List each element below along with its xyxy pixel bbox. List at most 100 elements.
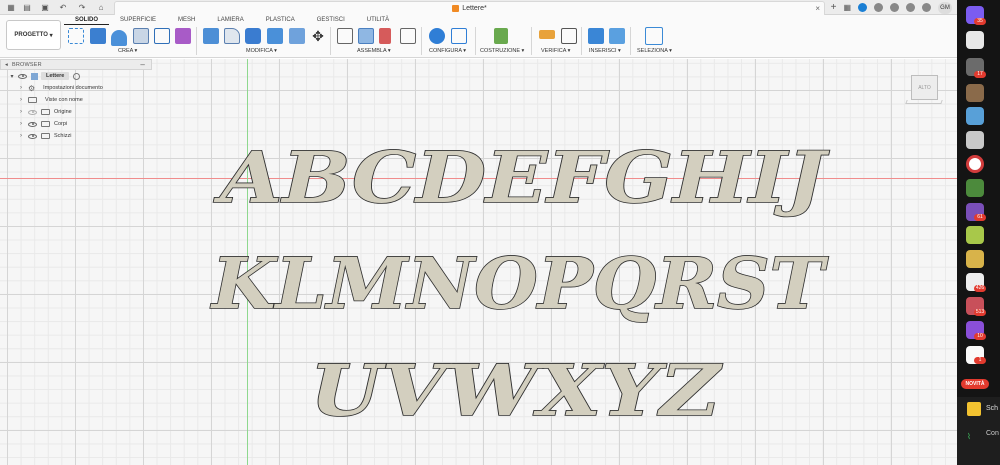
extensions-icon[interactable]: ▦ [843,0,851,15]
joint-icon[interactable] [358,28,374,44]
as-built-joint-icon[interactable] [379,28,391,44]
insert-canvas-icon[interactable] [609,28,625,44]
group-seleziona[interactable]: SELEZIONA ▾ [637,48,672,54]
grid-menu-icon[interactable]: ▦ [6,0,16,15]
joint-origin-icon[interactable] [400,28,416,44]
sweep-icon[interactable] [133,28,149,44]
select-icon[interactable] [645,27,663,45]
browser-item[interactable]: › Origine [0,106,152,118]
home-icon[interactable]: ⌂ [96,0,106,15]
app-icon[interactable] [966,31,984,49]
group-crea[interactable]: CREA ▾ [118,48,137,54]
notifications-icon[interactable] [906,3,915,12]
group-costruzione[interactable]: COSTRUZIONE ▾ [480,48,524,54]
parameters-icon[interactable] [429,28,445,44]
combine-icon[interactable] [289,28,305,44]
letter-row-1[interactable]: ABCDEFGHIJ [212,140,830,220]
view-cube[interactable]: ALTO [911,75,938,100]
expand-icon[interactable]: › [18,97,24,103]
tab-mesh[interactable]: MESH [167,16,206,25]
expand-icon[interactable]: › [18,121,24,127]
browser-item[interactable]: › Corpi [0,118,152,130]
create-form-icon[interactable] [175,28,191,44]
folder-icon [41,133,50,139]
shell-icon[interactable] [267,28,283,44]
create-sketch-icon[interactable] [68,28,84,44]
app-icon[interactable] [966,107,984,125]
move-icon[interactable]: ✥ [310,28,326,44]
browser-root-row[interactable]: ▾ Lettere [0,70,152,82]
file-menu-icon[interactable]: ▤ [22,0,32,15]
group-configura[interactable]: CONFIGURA ▾ [429,48,466,54]
browser-item-label: Corpi [54,121,68,127]
visibility-eye-icon[interactable] [28,109,37,115]
press-pull-icon[interactable] [203,28,219,44]
new-component-icon[interactable] [337,28,353,44]
visibility-eye-icon[interactable] [28,133,37,139]
configure-table-icon[interactable] [451,28,467,44]
ribbon-divider [330,27,331,55]
new-tab-icon[interactable]: + [831,0,837,15]
group-inserisci[interactable]: INSERISCI ▾ [589,48,621,54]
interference-icon[interactable] [561,28,577,44]
minimize-icon[interactable]: – [140,60,145,69]
offset-plane-icon[interactable] [494,28,508,44]
job-status-icon[interactable] [858,3,867,12]
expand-icon[interactable]: › [18,109,24,115]
document-tab[interactable]: Lettere* × [114,1,825,15]
redo-icon[interactable]: ↷ [76,0,88,15]
letter-row-2[interactable]: KLMNOPQRST [209,241,830,326]
expand-icon[interactable]: › [18,85,24,91]
panel-text: Con [986,430,999,437]
group-assembla[interactable]: ASSEMBLA ▾ [357,48,391,54]
undo-icon[interactable]: ↶ [57,0,69,15]
tab-solido[interactable]: SOLIDO [64,16,110,25]
tab-utilita[interactable]: UTILITÀ [356,16,400,25]
visibility-eye-icon[interactable] [18,73,27,79]
collapse-browser-icon[interactable]: ◂ [5,62,8,68]
badge: 426 [974,285,986,292]
expand-icon[interactable]: ▾ [9,73,15,80]
app-icon[interactable] [966,131,984,149]
app-icon[interactable] [966,179,984,197]
badge: 35 [974,18,986,25]
close-tab-icon[interactable]: × [815,4,820,13]
visibility-eye-icon[interactable] [28,121,37,127]
tab-superficie[interactable]: SUPERFICIE [109,16,167,25]
badge: 513 [974,309,986,316]
tab-gestisci[interactable]: GESTISCI [306,16,356,25]
tab-plastica[interactable]: PLASTICA [255,16,306,25]
online-status-icon[interactable] [874,3,883,12]
group-verifica[interactable]: VERIFICA ▾ [541,48,570,54]
app-icon[interactable] [966,226,984,244]
chamfer-icon[interactable] [245,28,261,44]
extrude-icon[interactable] [90,28,106,44]
project-button[interactable]: PROGETTO ▾ [6,20,61,50]
group-modifica[interactable]: MODIFICA ▾ [246,48,277,54]
letter-row-3[interactable]: UVWXYZ [309,348,724,430]
expand-icon[interactable]: › [18,133,24,139]
browser-item[interactable]: › Schizzi [0,130,152,142]
novita-badge[interactable]: NOVITÀ [961,379,989,389]
view-cube-base [905,100,943,104]
app-icon[interactable] [967,402,981,416]
tab-lamiera[interactable]: LAMIERA [206,16,254,25]
app-icon[interactable] [966,84,984,102]
network-icon[interactable] [890,3,899,12]
letters-sketch[interactable]: ABCDEFGHIJ KLMNOPQRST UVWXYZ [200,140,840,430]
insert-derive-icon[interactable] [588,28,604,44]
revolve-icon[interactable] [111,30,127,46]
component-icon [31,72,38,80]
loft-icon[interactable] [154,28,170,44]
fillet-icon[interactable] [224,28,240,44]
activate-radio-icon[interactable] [73,72,81,80]
app-icon[interactable] [966,250,984,268]
measure-icon[interactable] [539,30,555,39]
browser-item[interactable]: › ⚙ Impostazioni documento [0,82,152,94]
panel-text: Sch [986,405,999,412]
save-icon[interactable]: ▣ [40,0,50,15]
user-avatar[interactable]: GM [938,1,952,14]
help-icon[interactable] [922,3,931,12]
pokeball-icon[interactable] [966,155,984,173]
browser-item[interactable]: › Viste con nome [0,94,152,106]
